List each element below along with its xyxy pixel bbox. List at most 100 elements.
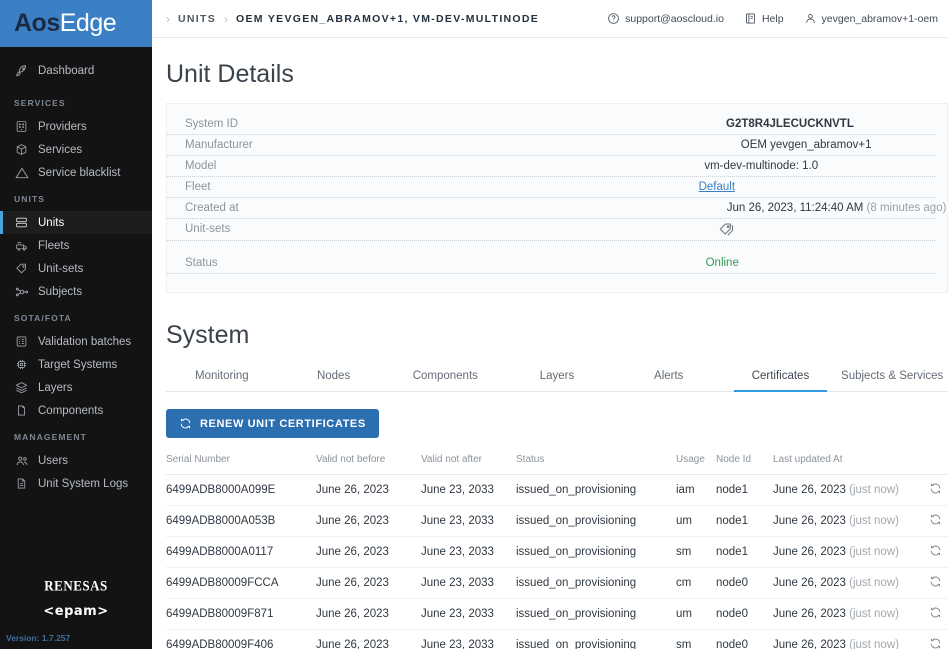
fleet-link[interactable]: Default <box>699 181 739 193</box>
user-label: yevgen_abramov+1-oem <box>822 13 938 25</box>
sidebar: AosEdge Dashboard SERVICES Providers <box>0 0 152 649</box>
support-link[interactable]: support@aoscloud.io <box>607 12 724 25</box>
fleet-icon <box>14 238 29 253</box>
sidebar-group-management: MANAGEMENT <box>0 432 152 442</box>
tab-layers[interactable]: Layers <box>501 360 613 391</box>
page-title: Unit Details <box>166 38 948 103</box>
subjects-icon <box>14 284 29 299</box>
tab-alerts[interactable]: Alerts <box>613 360 725 391</box>
system-section: System Monitoring Nodes Components Layer… <box>166 293 948 649</box>
providers-icon <box>14 119 29 134</box>
cell-not-after: June 23, 2033 <box>421 630 516 649</box>
sidebar-item-service-blacklist[interactable]: Service blacklist <box>0 161 152 184</box>
updated-relative: (just now) <box>849 515 899 527</box>
unit-details-card: System ID G2T8R4JLECUCKNVTL Manufacturer… <box>166 103 948 293</box>
breadcrumb-units[interactable]: UNITS <box>178 13 216 25</box>
tag-icon[interactable] <box>718 228 734 240</box>
sidebar-item-unit-sets[interactable]: Unit-sets <box>0 257 152 280</box>
refresh-icon[interactable] <box>929 606 942 622</box>
tab-certificates[interactable]: Certificates <box>725 360 837 391</box>
person-icon <box>804 12 817 25</box>
sidebar-item-unit-system-logs[interactable]: Unit System Logs <box>0 472 152 495</box>
sidebar-item-services[interactable]: Services <box>0 138 152 161</box>
app-logo[interactable]: AosEdge <box>0 0 152 47</box>
cell-action <box>918 630 948 649</box>
cell-not-after: June 23, 2033 <box>421 599 516 630</box>
cell-updated: June 26, 2023 (just now) <box>773 599 918 630</box>
sidebar-item-label: Components <box>38 405 103 417</box>
renew-unit-certificates-button[interactable]: RENEW UNIT CERTIFICATES <box>166 409 379 438</box>
logo-primary: Aos <box>14 9 60 37</box>
sidebar-group-services: SERVICES <box>0 98 152 108</box>
cell-usage: um <box>676 599 716 630</box>
cell-not-after: June 23, 2033 <box>421 506 516 537</box>
created-at-relative: (8 minutes ago) <box>867 202 947 214</box>
cell-node: node1 <box>716 475 773 506</box>
cell-usage: sm <box>676 537 716 568</box>
sidebar-item-subjects[interactable]: Subjects <box>0 280 152 303</box>
table-row[interactable]: 6499ADB80009F871 June 26, 2023 June 23, … <box>166 599 948 630</box>
cell-status: issued_on_provisioning <box>516 630 676 649</box>
detail-value: vm-dev-multinode: 1.0 <box>704 160 822 172</box>
system-title: System <box>166 321 948 356</box>
detail-value: G2T8R4JLECUCKNVTL <box>726 118 858 130</box>
sidebar-item-layers[interactable]: Layers <box>0 376 152 399</box>
table-row[interactable]: 6499ADB8000A053B June 26, 2023 June 23, … <box>166 506 948 537</box>
detail-value: Jun 26, 2023, 11:24:40 AM (8 minutes ago… <box>727 202 948 214</box>
table-row[interactable]: 6499ADB80009FCCA June 26, 2023 June 23, … <box>166 568 948 599</box>
cell-status: issued_on_provisioning <box>516 568 676 599</box>
detail-row-fleet: Fleet Default <box>167 181 947 202</box>
updated-date: June 26, 2023 <box>773 546 846 558</box>
checklist-icon <box>14 334 29 349</box>
cell-updated: June 26, 2023 (just now) <box>773 475 918 506</box>
cell-node: node1 <box>716 537 773 568</box>
created-at-value: Jun 26, 2023, 11:24:40 AM <box>727 202 864 214</box>
cell-node: node0 <box>716 599 773 630</box>
tab-subjects-services[interactable]: Subjects & Services <box>836 360 948 391</box>
layers-icon <box>14 380 29 395</box>
refresh-icon[interactable] <box>929 513 942 529</box>
help-link[interactable]: Help <box>744 12 784 25</box>
cell-status: issued_on_provisioning <box>516 537 676 568</box>
cell-serial: 6499ADB80009FCCA <box>166 568 316 599</box>
renesas-logo: RENESAS <box>0 577 152 595</box>
cell-serial: 6499ADB8000A053B <box>166 506 316 537</box>
col-status: Status <box>516 454 676 475</box>
cell-updated: June 26, 2023 (just now) <box>773 506 918 537</box>
sidebar-item-fleets[interactable]: Fleets <box>0 234 152 257</box>
tab-nodes[interactable]: Nodes <box>278 360 390 391</box>
cell-not-before: June 26, 2023 <box>316 599 421 630</box>
sidebar-item-units[interactable]: Units <box>0 211 152 234</box>
detail-label: Manufacturer <box>185 139 257 151</box>
sidebar-item-components[interactable]: Components <box>0 399 152 422</box>
users-icon <box>14 453 29 468</box>
sidebar-item-users[interactable]: Users <box>0 449 152 472</box>
sidebar-item-label: Unit System Logs <box>38 478 128 490</box>
sidebar-item-providers[interactable]: Providers <box>0 115 152 138</box>
refresh-icon[interactable] <box>929 544 942 560</box>
table-row[interactable]: 6499ADB8000A0117 June 26, 2023 June 23, … <box>166 537 948 568</box>
detail-value: OEM yevgen_abramov+1 <box>741 139 876 151</box>
sidebar-item-target-systems[interactable]: Target Systems <box>0 353 152 376</box>
table-row[interactable]: 6499ADB80009F406 June 26, 2023 June 23, … <box>166 630 948 649</box>
sidebar-item-validation-batches[interactable]: Validation batches <box>0 330 152 353</box>
sidebar-nav: Dashboard SERVICES Providers Services <box>0 47 152 578</box>
detail-row-system-id: System ID G2T8R4JLECUCKNVTL <box>167 118 947 139</box>
refresh-icon[interactable] <box>929 575 942 591</box>
tab-components[interactable]: Components <box>389 360 501 391</box>
col-actions <box>918 454 948 475</box>
sidebar-item-dashboard[interactable]: Dashboard <box>0 59 152 82</box>
chip-icon <box>14 357 29 372</box>
refresh-icon[interactable] <box>929 637 942 649</box>
sidebar-item-label: Fleets <box>38 240 69 252</box>
user-menu[interactable]: yevgen_abramov+1-oem <box>804 12 938 25</box>
table-header-row: Serial Number Valid not before Valid not… <box>166 454 948 475</box>
refresh-icon[interactable] <box>929 482 942 498</box>
cell-action <box>918 568 948 599</box>
tab-monitoring[interactable]: Monitoring <box>166 360 278 391</box>
cell-action <box>918 537 948 568</box>
table-row[interactable]: 6499ADB8000A099E June 26, 2023 June 23, … <box>166 475 948 506</box>
cell-serial: 6499ADB8000A0117 <box>166 537 316 568</box>
sidebar-item-label: Validation batches <box>38 336 131 348</box>
detail-label: Unit-sets <box>185 223 234 235</box>
